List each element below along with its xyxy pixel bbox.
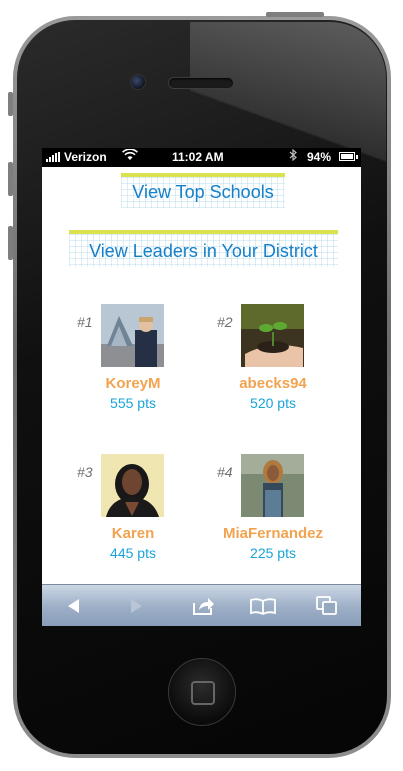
leader-name[interactable]: MiaFernandez: [217, 525, 329, 542]
leader-rank: #1: [77, 314, 93, 330]
clock: 11:02 AM: [172, 150, 224, 164]
view-top-schools-link[interactable]: View Top Schools: [121, 173, 285, 208]
volume-down-button: [8, 226, 13, 260]
avatar: [241, 454, 304, 517]
avatar: [241, 304, 304, 367]
leader-card-4[interactable]: #4 MiaFernandez 225 pts: [217, 454, 337, 564]
signal-bars-icon: [46, 152, 60, 162]
leader-rank: #3: [77, 464, 93, 480]
earpiece-speaker: [168, 77, 234, 89]
share-button[interactable]: [188, 593, 218, 619]
leader-rank: #4: [217, 464, 233, 480]
carrier-name: Verizon: [64, 150, 107, 164]
leader-card-1[interactable]: #1 KoreyM 555 pts: [77, 304, 197, 414]
back-icon: [66, 598, 82, 614]
leader-card-3[interactable]: #3 Karen 445 pts: [77, 454, 197, 564]
home-square-icon: [191, 681, 215, 705]
leader-points: 520 pts: [250, 395, 296, 411]
mute-switch: [8, 92, 13, 116]
bookmarks-icon: [250, 597, 276, 615]
leader-name[interactable]: Karen: [77, 525, 189, 542]
battery-percentage: 94%: [307, 150, 332, 164]
leader-name[interactable]: abecks94: [217, 375, 329, 392]
forward-button[interactable]: [121, 593, 151, 619]
leader-rank: #2: [217, 314, 233, 330]
leader-points: 225 pts: [250, 545, 296, 561]
front-camera: [130, 74, 146, 90]
bluetooth-icon: [289, 148, 297, 164]
battery-icon: [339, 152, 358, 161]
leader-name[interactable]: KoreyM: [77, 375, 189, 392]
leader-card-2[interactable]: #2 abecks94 520 pts: [217, 304, 337, 414]
avatar: [101, 304, 164, 367]
wifi-icon: [122, 148, 138, 164]
bookmarks-button[interactable]: [248, 593, 278, 619]
status-bar: Verizon 11:02 AM 94%: [42, 148, 361, 167]
volume-up-button: [8, 162, 13, 196]
home-button[interactable]: [168, 658, 236, 726]
avatar: [101, 454, 164, 517]
tabs-icon: [316, 596, 338, 616]
phone-screen: Verizon 11:02 AM 94% View Top Schools Vi…: [42, 148, 361, 626]
leader-points: 555 pts: [110, 395, 156, 411]
browser-toolbar: [42, 584, 361, 626]
back-button[interactable]: [59, 593, 89, 619]
power-button: [266, 12, 324, 17]
view-leaders-link[interactable]: View Leaders in Your District: [69, 230, 338, 267]
tabs-button[interactable]: [312, 593, 342, 619]
forward-icon: [128, 598, 144, 614]
share-icon: [191, 596, 215, 616]
leader-points: 445 pts: [110, 545, 156, 561]
